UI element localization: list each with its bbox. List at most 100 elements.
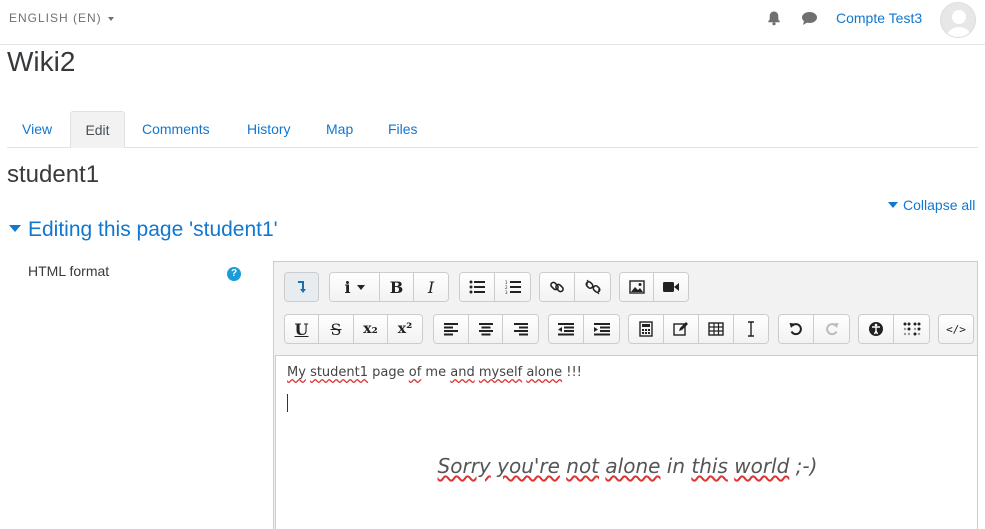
language-label: ENGLISH (EN) [9,11,102,25]
subscript-button[interactable]: x₂ [354,315,388,343]
accessibility-icon [869,322,883,336]
text-token: me [421,365,451,380]
toolbar-group-accessibility [858,314,930,344]
link-button[interactable] [540,273,575,301]
text-token: and [450,365,475,380]
indent-button[interactable] [584,315,619,343]
table-button[interactable] [699,315,734,343]
top-navbar: ENGLISH (EN) Compte Test3 [0,0,985,45]
text-token: not [566,454,600,478]
tab-files[interactable]: Files [388,111,418,148]
toolbar-group-text: U S x₂ x² [284,314,423,344]
image-icon [628,280,645,294]
text-token: you're [497,454,560,478]
underline-button[interactable]: U [285,315,319,343]
user-menu-name[interactable]: Compte Test3 [836,10,922,26]
redo-button[interactable] [814,315,849,343]
show-more-button[interactable] [285,273,318,301]
bell-icon[interactable] [766,10,782,26]
help-icon[interactable]: ? [227,267,241,281]
text-token: ;-) [789,454,818,478]
media-button[interactable] [654,273,688,301]
bold-button[interactable]: B [380,273,414,301]
content-paragraph-1: My student1 page of me and myself alone … [287,365,582,380]
outdent-button[interactable] [549,315,584,343]
arrow-turn-down-icon [297,281,306,293]
strikethrough-button[interactable]: S [319,315,354,343]
unordered-list-button[interactable] [460,273,495,301]
toolbar-group-links [539,272,611,302]
triangle-down-icon [9,225,21,232]
toolbar-group-html: </> [938,314,974,344]
text-token: myself [478,365,523,380]
html-button[interactable]: </> [939,315,973,343]
text-token: !!! [562,365,582,380]
text-token: page [368,365,409,380]
text-token: alone [526,365,563,380]
unlink-icon [584,279,601,295]
align-right-icon [513,323,528,336]
tab-history[interactable]: History [247,111,291,148]
toolbar-group-media [619,272,689,302]
bullet-list-icon [469,280,485,294]
text-token: this [691,454,728,478]
align-right-button[interactable] [503,315,538,343]
section-title: student1 [7,161,100,188]
caret-down-icon [107,16,114,21]
toolbar-group-insert [628,314,769,344]
align-center-icon [478,323,493,336]
ordered-list-button[interactable]: 123 [495,273,530,301]
text-token: world [734,454,790,478]
tab-view[interactable]: View [22,111,52,148]
legend-label: Editing this page 'student1' [28,218,278,241]
pencil-square-icon [673,322,688,336]
accessibility-checker-button[interactable] [859,315,894,343]
indent-icon [593,323,610,336]
toolbar-group-align [433,314,539,344]
tab-map[interactable]: Map [326,111,353,148]
collapse-all-link[interactable]: Collapse all [888,197,975,213]
align-left-button[interactable] [434,315,469,343]
align-center-button[interactable] [469,315,503,343]
text-cursor [287,394,288,412]
tab-comments[interactable]: Comments [142,111,210,148]
image-button[interactable] [620,273,654,301]
screen-reader-helper-button[interactable] [894,315,929,343]
unlink-button[interactable] [575,273,610,301]
tab-edit[interactable]: Edit [70,111,125,148]
calculator-icon [639,321,653,337]
align-left-icon [444,323,458,336]
equation-button[interactable] [629,315,664,343]
tab-bar: View Edit Comments History Map Files [7,111,978,148]
text-token: My [287,365,306,380]
italic-button[interactable]: I [414,273,448,301]
edit-button[interactable] [664,315,699,343]
redo-icon [825,323,838,336]
undo-button[interactable] [779,315,814,343]
atto-editor: i B I 123 U S x₂ x² </> My student1 page… [273,261,978,529]
outdent-icon [558,323,574,336]
info-glyph: i [344,277,351,297]
undo-icon [789,323,802,336]
clear-formatting-button[interactable] [734,315,768,343]
chat-icon[interactable] [801,11,818,26]
page-title: Wiki2 [7,46,76,77]
superscript-button[interactable]: x² [388,315,422,343]
text-token: of [408,365,422,380]
text-cursor-icon [748,321,754,337]
text-token: student1 [310,365,369,380]
triangle-down-icon [888,202,898,208]
paragraph-styles-button[interactable]: i [330,273,380,301]
editor-toolbar: i B I 123 U S x₂ x² </> [274,262,977,355]
avatar[interactable] [940,2,976,38]
language-menu[interactable]: ENGLISH (EN) [9,11,114,25]
text-token: alone [605,454,661,478]
video-camera-icon [663,282,679,292]
toolbar-group-indent [548,314,620,344]
numbered-list-icon: 123 [505,280,521,294]
fieldset-legend[interactable]: Editing this page 'student1' [9,218,278,242]
editor-content-area[interactable]: My student1 page of me and myself alone … [275,355,978,529]
user-silhouette-icon [947,10,971,37]
table-icon [708,322,724,336]
text-token: Sorry [437,454,491,478]
